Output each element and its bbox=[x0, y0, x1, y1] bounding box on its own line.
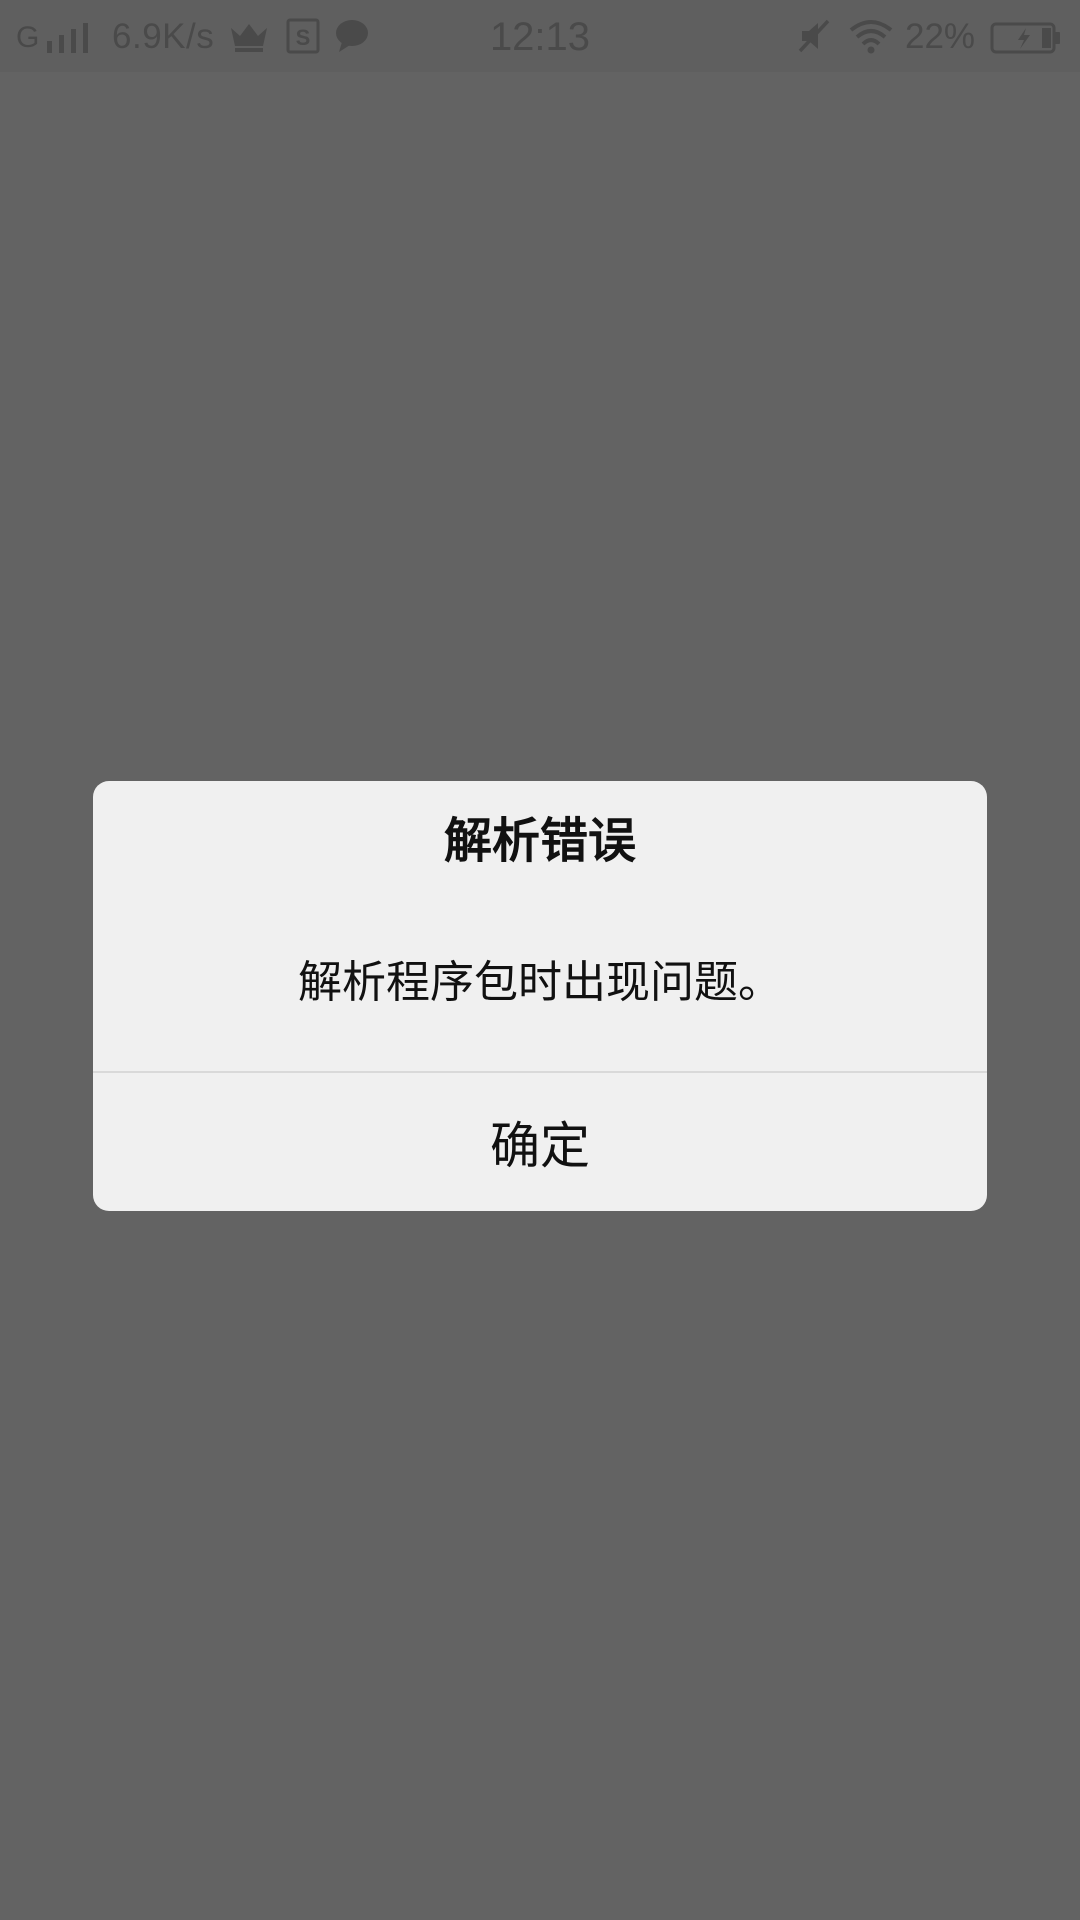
parse-error-dialog: 解析错误 解析程序包时出现问题。 确定 bbox=[93, 781, 987, 1211]
dialog-message: 解析程序包时出现问题。 bbox=[298, 957, 782, 1008]
dialog-title: 解析错误 bbox=[443, 813, 636, 869]
status-bar: G 6.9K/s S 12:13 22% bbox=[0, 0, 1080, 72]
battery-percent: 22% bbox=[905, 17, 976, 56]
confirm-button[interactable]: 确定 bbox=[93, 1073, 987, 1211]
network-indicator: G bbox=[16, 18, 91, 58]
wifi-icon bbox=[848, 18, 894, 54]
screen: G 6.9K/s S 12:13 22% 解析错误 解析程序包时出现问题。 确定 bbox=[0, 0, 1080, 1920]
crown-icon bbox=[228, 20, 270, 54]
chat-bubble-icon bbox=[334, 18, 370, 54]
svg-text:S: S bbox=[296, 25, 311, 50]
net-speed: 6.9K/s bbox=[112, 17, 215, 56]
battery-charging-icon bbox=[990, 22, 1062, 54]
signal-bars-icon bbox=[45, 21, 91, 55]
s-app-icon: S bbox=[286, 18, 320, 54]
mute-icon bbox=[796, 18, 832, 54]
network-type-label: G bbox=[16, 21, 40, 54]
